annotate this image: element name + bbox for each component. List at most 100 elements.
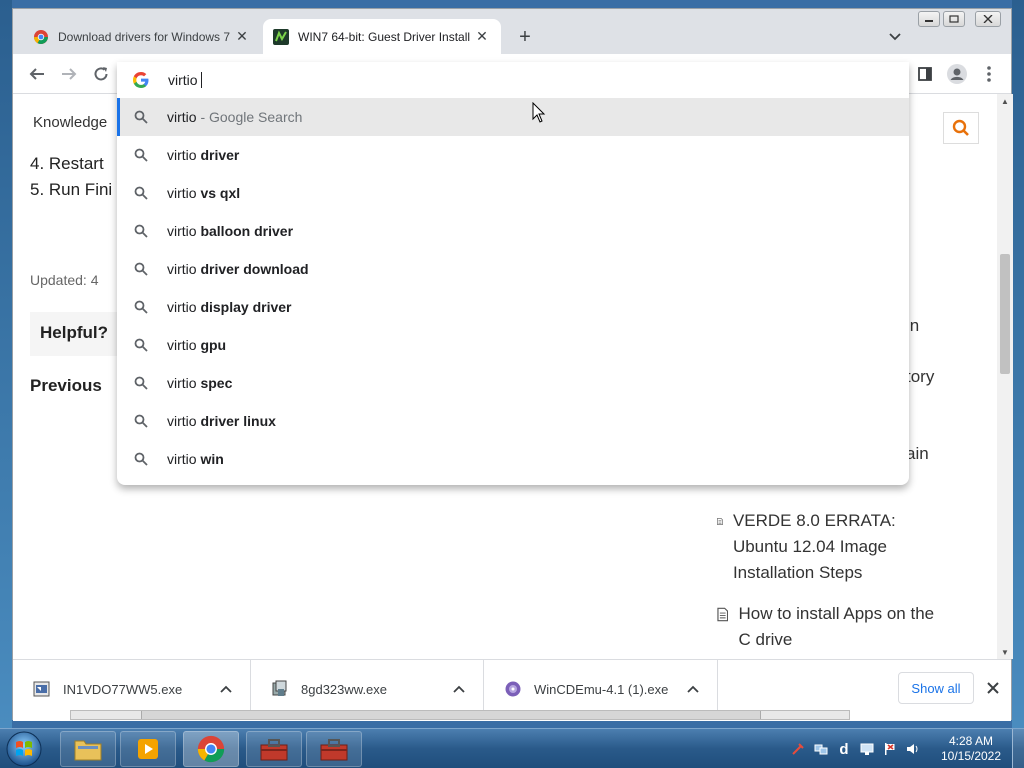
step-4: 4. Restart — [30, 154, 104, 173]
suggestion-completion: gpu — [196, 337, 227, 353]
side-panel-icon[interactable] — [913, 62, 937, 86]
omnibox-suggestion[interactable]: virtio vs qxl — [117, 174, 909, 212]
taskbar-clock[interactable]: 4:28 AM 10/15/2022 — [938, 734, 1004, 764]
omnibox-suggestion[interactable]: virtio - Google Search — [117, 98, 909, 136]
horizontal-scrollbar-thumb[interactable] — [141, 711, 761, 719]
suggestion-completion: win — [196, 451, 224, 467]
chrome-menu-icon[interactable] — [977, 62, 1001, 86]
forward-button[interactable] — [57, 62, 81, 86]
suggestion-completion: driver download — [196, 261, 309, 277]
tray-monitor-icon[interactable] — [859, 741, 875, 757]
folder-icon — [74, 740, 102, 761]
site-favicon-icon — [273, 28, 289, 45]
download-filename: WinCDEmu-4.1 (1).exe — [534, 681, 669, 697]
tray-network-icon[interactable] — [813, 741, 829, 757]
download-filename: 8gd323ww.exe — [301, 681, 388, 697]
chevron-up-icon[interactable] — [683, 682, 703, 696]
suggestion-prefix: virtio — [167, 375, 197, 391]
suggestion-completion: driver — [196, 147, 240, 163]
tray-volume-icon[interactable] — [905, 741, 921, 757]
related-article-title: How to install Apps on the C drive — [738, 604, 935, 649]
omnibox-suggestion[interactable]: virtio balloon driver — [117, 212, 909, 250]
search-icon — [134, 338, 148, 352]
taskbar-toolbox-1[interactable] — [246, 731, 302, 767]
taskbar-toolbox-2[interactable] — [306, 731, 362, 767]
suggestion-prefix: virtio — [167, 451, 197, 467]
omnibox-suggestion[interactable]: virtio driver linux — [117, 402, 909, 440]
taskbar-explorer[interactable] — [60, 731, 116, 767]
search-icon — [134, 262, 148, 276]
updated-text: Updated: 4 — [30, 272, 99, 288]
chevron-up-icon[interactable] — [216, 682, 236, 696]
suggestion-completion: spec — [196, 375, 233, 391]
tab-search-chevron-icon[interactable] — [883, 25, 907, 49]
close-window-button[interactable] — [975, 11, 1001, 27]
show-all-button[interactable]: Show all — [898, 672, 974, 704]
search-icon — [134, 186, 148, 200]
close-downloads-icon[interactable] — [983, 676, 1003, 700]
tab-title: WIN7 64-bit: Guest Driver Install — [298, 29, 471, 44]
suggestion-prefix: virtio — [167, 223, 197, 239]
mouse-cursor-icon — [532, 102, 546, 123]
profile-avatar-icon[interactable] — [945, 62, 969, 86]
related-article-link[interactable]: VERDE 8.0 ERRATA: Ubuntu 12.04 Image Ins… — [717, 508, 927, 586]
omnibox-suggestion[interactable]: virtio driver download — [117, 250, 909, 288]
omnibox-suggestion[interactable]: virtio spec — [117, 364, 909, 402]
omnibox-suggestion[interactable]: virtio gpu — [117, 326, 909, 364]
tab-title: Download drivers for Windows 7 — [58, 29, 231, 44]
start-button-icon[interactable] — [2, 730, 46, 768]
maximize-button[interactable] — [943, 11, 965, 27]
scrollbar-thumb[interactable] — [1000, 254, 1010, 374]
show-desktop-button[interactable] — [1012, 729, 1024, 768]
clock-time: 4:28 AM — [948, 734, 994, 748]
minimize-button[interactable] — [918, 11, 940, 27]
chevron-up-icon[interactable] — [449, 682, 469, 696]
omnibox-suggestion[interactable]: virtio win — [117, 440, 909, 478]
tab-download-drivers[interactable]: Download drivers for Windows 7 ✕ — [23, 19, 261, 54]
search-icon — [134, 414, 148, 428]
media-player-icon — [138, 739, 158, 759]
suggestion-prefix: virtio — [167, 109, 197, 125]
tray-d-icon[interactable]: d — [836, 741, 852, 758]
tray-flag-icon[interactable] — [882, 741, 898, 757]
site-search-button[interactable] — [943, 112, 979, 144]
chrome-window: Download drivers for Windows 7 ✕ WIN7 64… — [12, 8, 1013, 721]
suggestion-completion: driver linux — [196, 413, 276, 429]
previous-heading: Previous — [30, 376, 102, 395]
address-bar-input[interactable]: virtio — [117, 62, 909, 98]
wincdemu-disc-icon — [505, 681, 521, 697]
omnibox-suggestion[interactable]: virtio driver — [117, 136, 909, 174]
chrome-icon — [197, 735, 225, 763]
page-scrollbar[interactable]: ▲ ▼ — [997, 94, 1013, 659]
related-article-link[interactable]: How to install Apps on the C drive — [717, 601, 947, 653]
back-button[interactable] — [25, 62, 49, 86]
new-tab-button[interactable]: + — [513, 25, 537, 49]
omnibox-suggestion[interactable]: virtio display driver — [117, 288, 909, 326]
windows-taskbar: d 4:28 AM 10/15/2022 — [0, 728, 1024, 768]
installer-file-icon — [272, 680, 287, 696]
scroll-up-arrow-icon[interactable]: ▲ — [997, 94, 1013, 108]
close-tab-icon[interactable]: ✕ — [233, 28, 251, 46]
reload-button[interactable] — [89, 62, 113, 86]
toolbox-icon — [320, 739, 348, 761]
close-tab-icon[interactable]: ✕ — [473, 28, 491, 46]
search-icon — [952, 119, 969, 136]
scroll-down-arrow-icon[interactable]: ▼ — [997, 645, 1013, 659]
taskbar-chrome[interactable] — [183, 731, 239, 767]
step-5: 5. Run Fini — [30, 180, 113, 199]
system-tray: d — [790, 729, 928, 768]
chrome-favicon-icon — [34, 29, 48, 44]
search-icon — [134, 376, 148, 390]
related-article-title: VERDE 8.0 ERRATA: Ubuntu 12.04 Image Ins… — [732, 511, 896, 582]
taskbar-media-player[interactable] — [120, 731, 176, 767]
tray-tools-icon[interactable] — [790, 741, 806, 757]
suggestion-prefix: virtio — [167, 299, 197, 315]
helpful-heading: Helpful? — [30, 312, 125, 356]
search-icon — [134, 452, 148, 466]
suggestion-prefix: virtio — [167, 413, 197, 429]
google-g-icon — [133, 72, 149, 88]
horizontal-scrollbar[interactable] — [70, 710, 850, 720]
knowledge-label[interactable]: Knowledge — [33, 114, 107, 131]
suggestion-prefix: virtio — [167, 261, 197, 277]
tab-win7-guest-driver[interactable]: WIN7 64-bit: Guest Driver Install ✕ — [263, 19, 501, 54]
